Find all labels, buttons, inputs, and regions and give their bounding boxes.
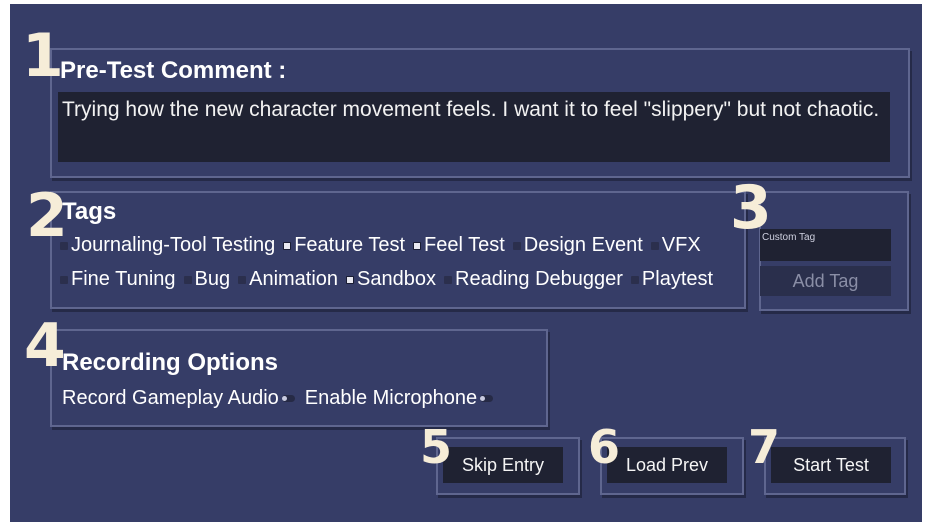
recording-options-title: Recording Options xyxy=(62,349,278,376)
tag-reading-debugger[interactable]: Reading Debugger xyxy=(444,268,623,291)
tag-label: Feature Test xyxy=(294,234,406,256)
checkbox[interactable] xyxy=(630,275,639,284)
record-gameplay-audio-toggle[interactable] xyxy=(281,395,295,402)
marker-4: 4 xyxy=(24,311,66,381)
checkbox-checked[interactable] xyxy=(413,241,422,250)
record-gameplay-audio-option[interactable]: Record Gameplay Audio xyxy=(62,387,295,410)
add-tag-button[interactable]: Add Tag xyxy=(760,266,891,296)
checkbox-checked[interactable] xyxy=(283,241,292,250)
tag-label: Sandbox xyxy=(357,268,437,290)
tag-vfx[interactable]: VFX xyxy=(650,234,701,257)
option-label: Enable Microphone xyxy=(304,387,478,409)
tag-label: Reading Debugger xyxy=(455,268,623,290)
checkbox[interactable] xyxy=(60,275,68,284)
tag-design-event[interactable]: Design Event xyxy=(512,234,643,257)
tag-fine-tuning[interactable]: Fine Tuning xyxy=(60,268,176,291)
tags-row-2: Fine Tuning Bug Animation Sandbox Readin… xyxy=(60,268,721,291)
marker-2: 2 xyxy=(26,181,68,251)
tag-journaling-tool-testing[interactable]: Journaling-Tool Testing xyxy=(60,234,275,257)
marker-5: 5 xyxy=(420,420,453,474)
tag-animation[interactable]: Animation xyxy=(238,268,338,291)
marker-3: 3 xyxy=(730,173,772,243)
checkbox[interactable] xyxy=(238,275,247,284)
marker-7: 7 xyxy=(748,420,781,474)
checkbox[interactable] xyxy=(650,241,659,250)
marker-6: 6 xyxy=(588,420,621,474)
checkbox[interactable] xyxy=(444,275,453,284)
skip-entry-button[interactable]: Skip Entry xyxy=(443,447,563,483)
custom-tag-input[interactable]: Custom Tag xyxy=(760,229,891,261)
recording-options-row: Record Gameplay Audio Enable Microphone xyxy=(62,387,501,410)
pre-test-title: Pre-Test Comment : xyxy=(60,57,287,84)
tag-label: Animation xyxy=(249,268,339,290)
checkbox[interactable] xyxy=(512,241,521,250)
tag-label: Journaling-Tool Testing xyxy=(71,234,276,256)
tag-label: VFX xyxy=(661,234,701,256)
option-label: Record Gameplay Audio xyxy=(62,387,279,409)
tags-row-1: Journaling-Tool Testing Feature Test Fee… xyxy=(60,234,709,257)
tag-label: Design Event xyxy=(523,234,643,256)
start-test-button[interactable]: Start Test xyxy=(771,447,891,483)
load-prev-button[interactable]: Load Prev xyxy=(607,447,727,483)
marker-1: 1 xyxy=(22,21,64,91)
recording-options-panel xyxy=(50,329,548,427)
checkbox[interactable] xyxy=(183,275,192,284)
tag-label: Playtest xyxy=(641,268,714,290)
tag-sandbox[interactable]: Sandbox xyxy=(346,268,436,291)
enable-microphone-option[interactable]: Enable Microphone xyxy=(304,387,494,410)
tag-bug[interactable]: Bug xyxy=(183,268,231,291)
checkbox-checked[interactable] xyxy=(346,275,355,284)
tags-title: Tags xyxy=(62,198,117,225)
tag-label: Feel Test xyxy=(424,234,505,256)
enable-microphone-toggle[interactable] xyxy=(480,395,494,402)
pre-test-comment-field[interactable]: Trying how the new character movement fe… xyxy=(58,92,890,162)
tag-label: Bug xyxy=(194,268,231,290)
tag-playtest[interactable]: Playtest xyxy=(630,268,714,291)
tag-label: Fine Tuning xyxy=(71,268,176,290)
tag-feel-test[interactable]: Feel Test xyxy=(413,234,505,257)
tag-feature-test[interactable]: Feature Test xyxy=(283,234,405,257)
